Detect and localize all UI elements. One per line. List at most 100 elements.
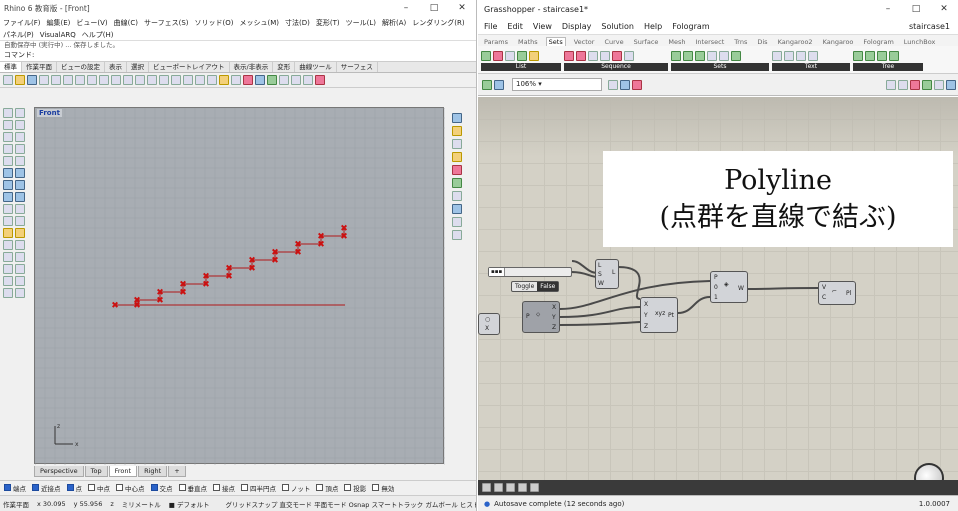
set-union-icon[interactable] — [683, 50, 693, 61]
paste-icon[interactable] — [75, 75, 85, 85]
select-icon[interactable] — [207, 75, 217, 85]
menu-analyze[interactable]: 解析(A) — [382, 18, 406, 28]
osnap-9[interactable]: ノット — [282, 483, 310, 493]
tab-transform[interactable]: 変形 — [273, 62, 296, 72]
gh-open-icon[interactable] — [482, 79, 492, 90]
menu-transform[interactable]: 変形(T) — [316, 18, 340, 28]
visualarq-panel-icon[interactable] — [452, 204, 462, 214]
osnap-checkbox[interactable] — [282, 484, 289, 491]
sphere-icon[interactable] — [15, 180, 25, 190]
series-icon[interactable] — [588, 50, 598, 61]
gh-close-icon[interactable]: ✕ — [930, 4, 958, 14]
menu-tools[interactable]: ツール(L) — [346, 18, 376, 28]
sort-list-component[interactable]: L S W L — [595, 259, 619, 289]
options-icon[interactable] — [303, 75, 313, 85]
select-arrow-icon[interactable] — [3, 108, 13, 118]
polyline-component[interactable]: V C ⌐ Pl — [818, 281, 856, 305]
open-folder-icon[interactable] — [15, 75, 25, 85]
cull-index-icon[interactable] — [564, 50, 574, 61]
rotate-view-icon[interactable] — [123, 75, 133, 85]
rendered-icon[interactable] — [267, 75, 277, 85]
bottom-icon-5[interactable] — [530, 483, 539, 492]
preview-settings-icon[interactable] — [934, 79, 944, 90]
osnap-checkbox[interactable] — [178, 484, 186, 491]
osnap-checkbox[interactable] — [116, 484, 123, 491]
minimize-icon[interactable]: – — [392, 3, 420, 13]
zoom-window-icon[interactable] — [147, 75, 157, 85]
command-line[interactable]: コマンド: — [0, 49, 476, 62]
preview-wireframe-icon[interactable] — [886, 79, 896, 90]
point-icon[interactable] — [15, 108, 25, 118]
gh-document-name[interactable]: staircase1 — [909, 22, 950, 31]
delete-consecutive-icon[interactable] — [707, 50, 717, 61]
graft-tree-icon[interactable] — [865, 50, 875, 61]
tab-standard[interactable]: 標準 — [0, 62, 22, 72]
replace-members-icon[interactable] — [719, 50, 729, 61]
redo-icon[interactable] — [99, 75, 109, 85]
tab-visibility[interactable]: 表示/非表示 — [230, 62, 274, 72]
materials-panel-icon[interactable] — [452, 165, 462, 175]
circle-icon[interactable] — [3, 132, 13, 142]
four-views-icon[interactable] — [183, 75, 193, 85]
status-layer[interactable]: ■ デフォルト — [169, 499, 218, 509]
tab-select[interactable]: 選択 — [127, 62, 149, 72]
copy-object-icon[interactable] — [15, 240, 25, 250]
simplify-tree-icon[interactable] — [877, 50, 887, 61]
tab-cplanes[interactable]: 作業平面 — [22, 62, 57, 72]
point-input-component[interactable]: ○ X — [478, 313, 500, 335]
cylinder-icon[interactable] — [3, 192, 13, 202]
gh-menu-edit[interactable]: Edit — [507, 22, 523, 31]
gh-tab-vector[interactable]: Vector — [572, 38, 597, 46]
text-join-icon[interactable] — [784, 50, 794, 61]
range-icon[interactable] — [600, 50, 610, 61]
menu-file[interactable]: ファイル(F) — [3, 18, 41, 28]
preview-selected-icon[interactable] — [910, 79, 920, 90]
menu-curve[interactable]: 曲線(C) — [114, 18, 138, 28]
bottom-icon-4[interactable] — [518, 483, 527, 492]
text-case-icon[interactable] — [796, 50, 806, 61]
key-value-icon[interactable] — [731, 50, 741, 61]
bottom-icon-3[interactable] — [506, 483, 515, 492]
shift-list-icon[interactable] — [529, 50, 539, 61]
rotate-icon[interactable] — [3, 252, 13, 262]
osnap-checkbox[interactable] — [344, 484, 352, 491]
tab-viewport-layout[interactable]: ビューポートレイアウト — [149, 62, 230, 72]
osnap-1[interactable]: 近接点 — [32, 483, 61, 493]
split-icon[interactable] — [15, 216, 25, 226]
tab-set-view[interactable]: ビューの設定 — [57, 62, 105, 72]
list-item-icon[interactable] — [481, 50, 491, 61]
tab-display[interactable]: 表示 — [105, 62, 127, 72]
viewport-tab-front[interactable]: Front — [108, 466, 138, 477]
scale-icon[interactable] — [15, 252, 25, 262]
gh-menu-solution[interactable]: Solution — [601, 22, 634, 31]
osnap-checkbox[interactable] — [213, 484, 220, 491]
lights-panel-icon[interactable] — [452, 191, 462, 201]
viewport-tab-add[interactable]: + — [168, 466, 186, 477]
gh-menu-fologram[interactable]: Fologram — [672, 22, 709, 31]
weave-component[interactable]: P 0 1 ◈ W — [710, 271, 748, 303]
bottom-icon-1[interactable] — [482, 483, 491, 492]
surface-icon[interactable] — [3, 168, 13, 178]
number-slider[interactable]: ▪▪▪ — [488, 267, 572, 277]
menu-help[interactable]: ヘルプ(H) — [82, 30, 114, 40]
help-icon[interactable] — [315, 75, 325, 85]
gh-maximize-icon[interactable]: □ — [902, 4, 930, 14]
gh-tab-trns[interactable]: Trns — [732, 38, 749, 46]
fillet-icon[interactable] — [15, 204, 25, 214]
osnap-checkbox[interactable] — [32, 484, 39, 491]
menu-panels[interactable]: パネル(P) — [3, 30, 34, 40]
menu-render[interactable]: レンダリング(R) — [412, 18, 464, 28]
shaded-icon[interactable] — [255, 75, 265, 85]
osnap-checkbox[interactable] — [316, 484, 324, 491]
list-length-icon[interactable] — [493, 50, 503, 61]
gh-tab-maths[interactable]: Maths — [516, 38, 540, 46]
gh-menu-file[interactable]: File — [484, 22, 497, 31]
osnap-0[interactable]: 端点 — [4, 483, 26, 493]
gh-minimize-icon[interactable]: – — [874, 4, 902, 14]
cut-icon[interactable] — [51, 75, 61, 85]
gh-menu-help[interactable]: Help — [644, 22, 662, 31]
camera-icon[interactable] — [452, 217, 462, 227]
gh-tab-intersect[interactable]: Intersect — [694, 38, 727, 46]
layer-icon[interactable] — [219, 75, 229, 85]
frame-icon[interactable] — [452, 230, 462, 240]
